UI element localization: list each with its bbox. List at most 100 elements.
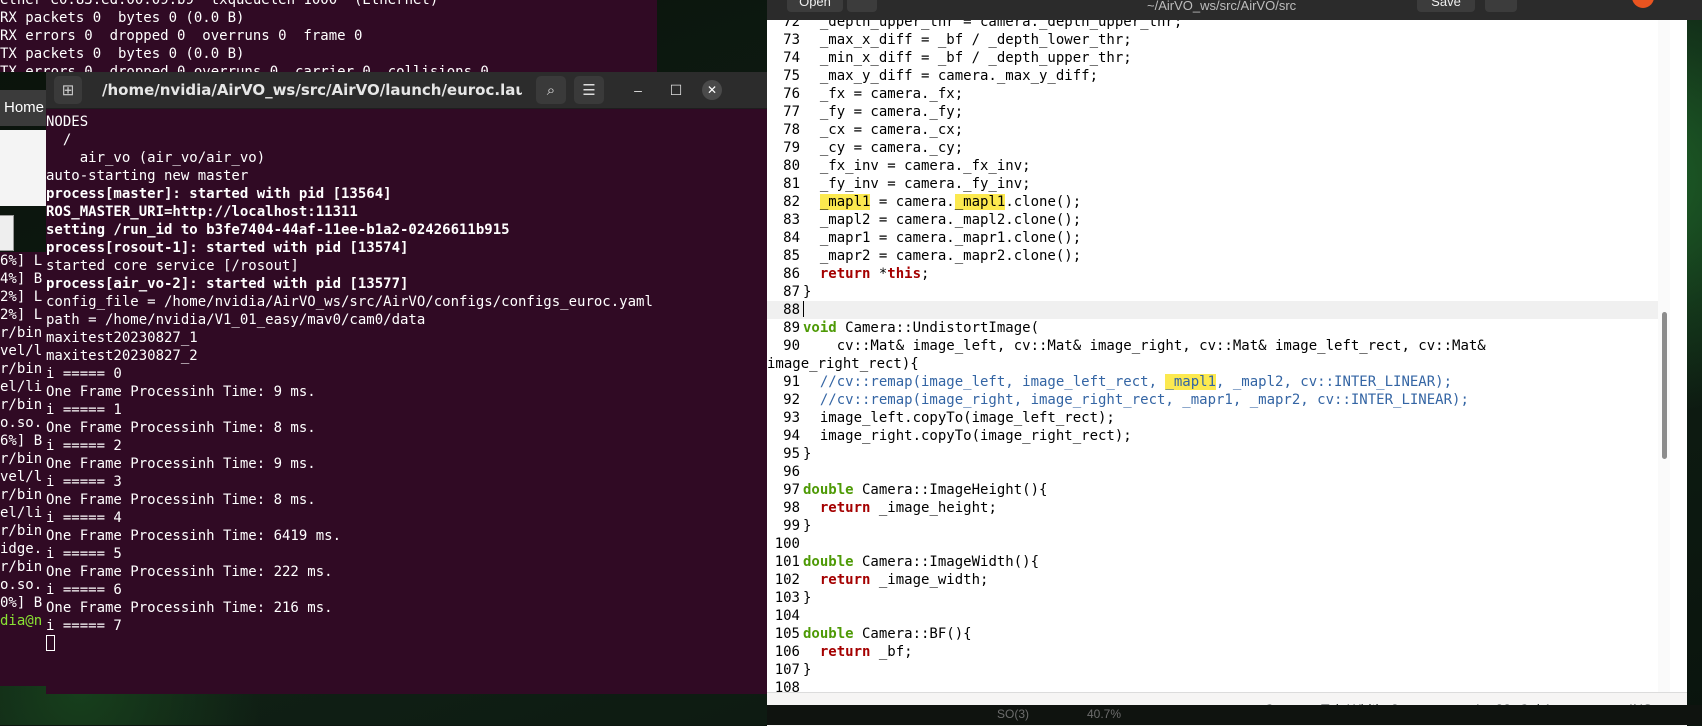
terminal-line: process[rosout-1]: started with pid [135… — [46, 240, 409, 256]
background-terminal-window[interactable]: ether e0:83:ed:00:09:b9 txqueuelen 1000 … — [0, 0, 657, 72]
code-token: .clone(); — [1005, 194, 1082, 210]
code-line[interactable]: 90 cv::Mat& image_left, cv::Mat& image_r… — [767, 337, 1662, 355]
line-number: 85 — [783, 248, 800, 264]
minimize-icon[interactable]: – — [626, 78, 650, 102]
line-number: 90 — [783, 338, 800, 354]
code-line[interactable]: 100 — [767, 535, 1662, 553]
line-number: 88 — [783, 302, 800, 318]
code-line[interactable]: 83 _mapl2 = camera._mapl2.clone(); — [767, 211, 1662, 229]
line-number: 77 — [783, 104, 800, 120]
terminal-line: started core service [/rosout] — [46, 258, 299, 274]
keyword: return — [819, 266, 871, 282]
new-tab-icon[interactable]: ⊞ — [54, 76, 82, 104]
maximize-icon[interactable]: ☐ — [664, 78, 688, 102]
open-recent-dropdown[interactable] — [847, 0, 877, 12]
code-line[interactable]: 91 //cv::remap(image_left, image_left_re… — [767, 373, 1662, 391]
code-line[interactable]: 108 — [767, 679, 1662, 692]
terminal-titlebar[interactable]: ⊞ /home/nvidia/AirVO_ws/src/AirVO/launch… — [46, 72, 767, 109]
code-line[interactable]: 77 _fy = camera._fy; — [767, 103, 1662, 121]
editor-headerbar[interactable]: Open ~/AirVO_ws/src/AirVO/src Save — [767, 0, 1702, 20]
code-token: _cy = camera._cy; — [803, 140, 964, 156]
code-line[interactable]: 89 void Camera::UndistortImage( — [767, 319, 1662, 337]
close-icon[interactable]: ✕ — [702, 80, 722, 100]
code-line[interactable]: 98 return _image_height; — [767, 499, 1662, 517]
code-line[interactable]: 73 _max_x_diff = _bf / _depth_lower_thr; — [767, 31, 1662, 49]
terminal-line: TX errors 0 dropped 0 overruns 0 carrier… — [0, 64, 489, 72]
editor-scrollbar[interactable] — [1658, 20, 1670, 692]
code-line[interactable]: 92 //cv::remap(image_right, image_right_… — [767, 391, 1662, 409]
code-line[interactable]: image_right_rect){ — [767, 355, 1662, 373]
code-line[interactable]: 87} — [767, 283, 1662, 301]
comment: //cv::remap(image_left, image_left_rect, — [803, 374, 1166, 390]
code-line[interactable]: 97 double Camera::ImageHeight(){ — [767, 481, 1662, 499]
terminal-line: One Frame Processinh Time: 216 ms. — [46, 600, 333, 616]
code-line[interactable]: 82 _mapl1 = camera._mapl1.clone(); — [767, 193, 1662, 211]
code-token: _fx = camera._fx; — [803, 86, 964, 102]
open-button[interactable]: Open — [787, 0, 843, 12]
home-button[interactable]: Home — [0, 90, 46, 126]
code-token: _image_height; — [870, 500, 997, 516]
terminal-output[interactable]: NODES / air_vo (air_vo/air_vo) auto-start… — [46, 109, 767, 653]
terminal-line: i ===== 5 — [46, 546, 122, 562]
terminal-line: One Frame Processinh Time: 9 ms. — [46, 384, 316, 400]
code-token: _cx = camera._cx; — [803, 122, 964, 138]
search-icon[interactable]: ⌕ — [536, 76, 566, 104]
terminal-line: r/bin — [0, 397, 43, 413]
terminal-line: NODES — [46, 114, 89, 130]
code-line[interactable]: 105 double Camera::BF(){ — [767, 625, 1662, 643]
code-line[interactable]: 85 _mapr2 = camera._mapr2.clone(); — [767, 247, 1662, 265]
code-line[interactable]: 80 _fx_inv = camera._fx_inv; — [767, 157, 1662, 175]
code-line[interactable]: 95} — [767, 445, 1662, 463]
code-line[interactable]: 106 return _bf; — [767, 643, 1662, 661]
scrollbar-thumb[interactable] — [1662, 312, 1667, 459]
terminal-line: i ===== 0 — [46, 366, 122, 382]
terminal-line: ROS_MASTER_URI=http://localhost:11311 — [46, 204, 358, 220]
code-line[interactable]: 99} — [767, 517, 1662, 535]
code-line[interactable]: 94 image_right.copyTo(image_right_rect); — [767, 427, 1662, 445]
terminal-line: idge. — [0, 541, 43, 557]
code-line[interactable]: 96 — [767, 463, 1662, 481]
code-line[interactable]: 104 — [767, 607, 1662, 625]
line-number: 98 — [783, 500, 800, 516]
terminal-title: /home/nvidia/AirVO_ws/src/AirVO/launch/e… — [102, 81, 522, 99]
terminal-line: One Frame Processinh Time: 6419 ms. — [46, 528, 342, 544]
code-line[interactable]: 93 image_left.copyTo(image_left_rect); — [767, 409, 1662, 427]
save-button[interactable]: Save — [1417, 0, 1475, 12]
code-line[interactable]: 74 _min_x_diff = _bf / _depth_upper_thr; — [767, 49, 1662, 67]
editor-menu-button[interactable] — [1485, 0, 1517, 12]
left-window-field[interactable] — [0, 215, 14, 251]
keyword: this — [887, 266, 922, 282]
terminal-line: process[master]: started with pid [13564… — [46, 186, 392, 202]
line-number: 91 — [783, 374, 800, 390]
keyword: return — [819, 572, 871, 588]
code-text: //cv::remap(image_right, image_right_rec… — [800, 391, 1469, 409]
code-text: } — [800, 661, 811, 679]
code-token: cv::Mat& image_left, cv::Mat& image_righ… — [803, 338, 1486, 354]
code-line[interactable]: 81 _fy_inv = camera._fy_inv; — [767, 175, 1662, 193]
code-line[interactable]: 88 — [767, 301, 1662, 319]
code-line[interactable]: 76 _fx = camera._fx; — [767, 85, 1662, 103]
terminal-prompt[interactable] — [46, 635, 767, 653]
terminal-line: r/bin — [0, 361, 43, 377]
editor-close-icon[interactable] — [1632, 0, 1654, 8]
code-line[interactable]: 75 _max_y_diff = camera._max_y_diff; — [767, 67, 1662, 85]
code-line[interactable]: 78 _cx = camera._cx; — [767, 121, 1662, 139]
terminal-line: One Frame Processinh Time: 8 ms. — [46, 420, 316, 436]
code-view[interactable]: 72 _depth_upper_thr = camera._depth_uppe… — [767, 20, 1662, 692]
hamburger-menu-icon[interactable]: ☰ — [574, 76, 604, 104]
code-line[interactable]: 101 double Camera::ImageWidth(){ — [767, 553, 1662, 571]
code-line[interactable]: 79 _cy = camera._cy; — [767, 139, 1662, 157]
code-line[interactable]: 84 _mapr1 = camera._mapr1.clone(); — [767, 229, 1662, 247]
text-editor-window[interactable]: 72 _depth_upper_thr = camera._depth_uppe… — [767, 20, 1687, 726]
terminal-line: el/li — [0, 379, 43, 395]
background-window-bottom: SO(3) 40.7% — [767, 705, 1702, 725]
code-line[interactable]: 103} — [767, 589, 1662, 607]
code-line[interactable]: 107} — [767, 661, 1662, 679]
terminal-window[interactable]: ⊞ /home/nvidia/AirVO_ws/src/AirVO/launch… — [46, 72, 767, 694]
code-line[interactable]: 72 _depth_upper_thr = camera._depth_uppe… — [767, 20, 1662, 31]
line-number: 83 — [783, 212, 800, 228]
code-line[interactable]: 102 return _image_width; — [767, 571, 1662, 589]
code-line[interactable]: 86 return *this; — [767, 265, 1662, 283]
code-text: return _image_height; — [800, 499, 997, 517]
